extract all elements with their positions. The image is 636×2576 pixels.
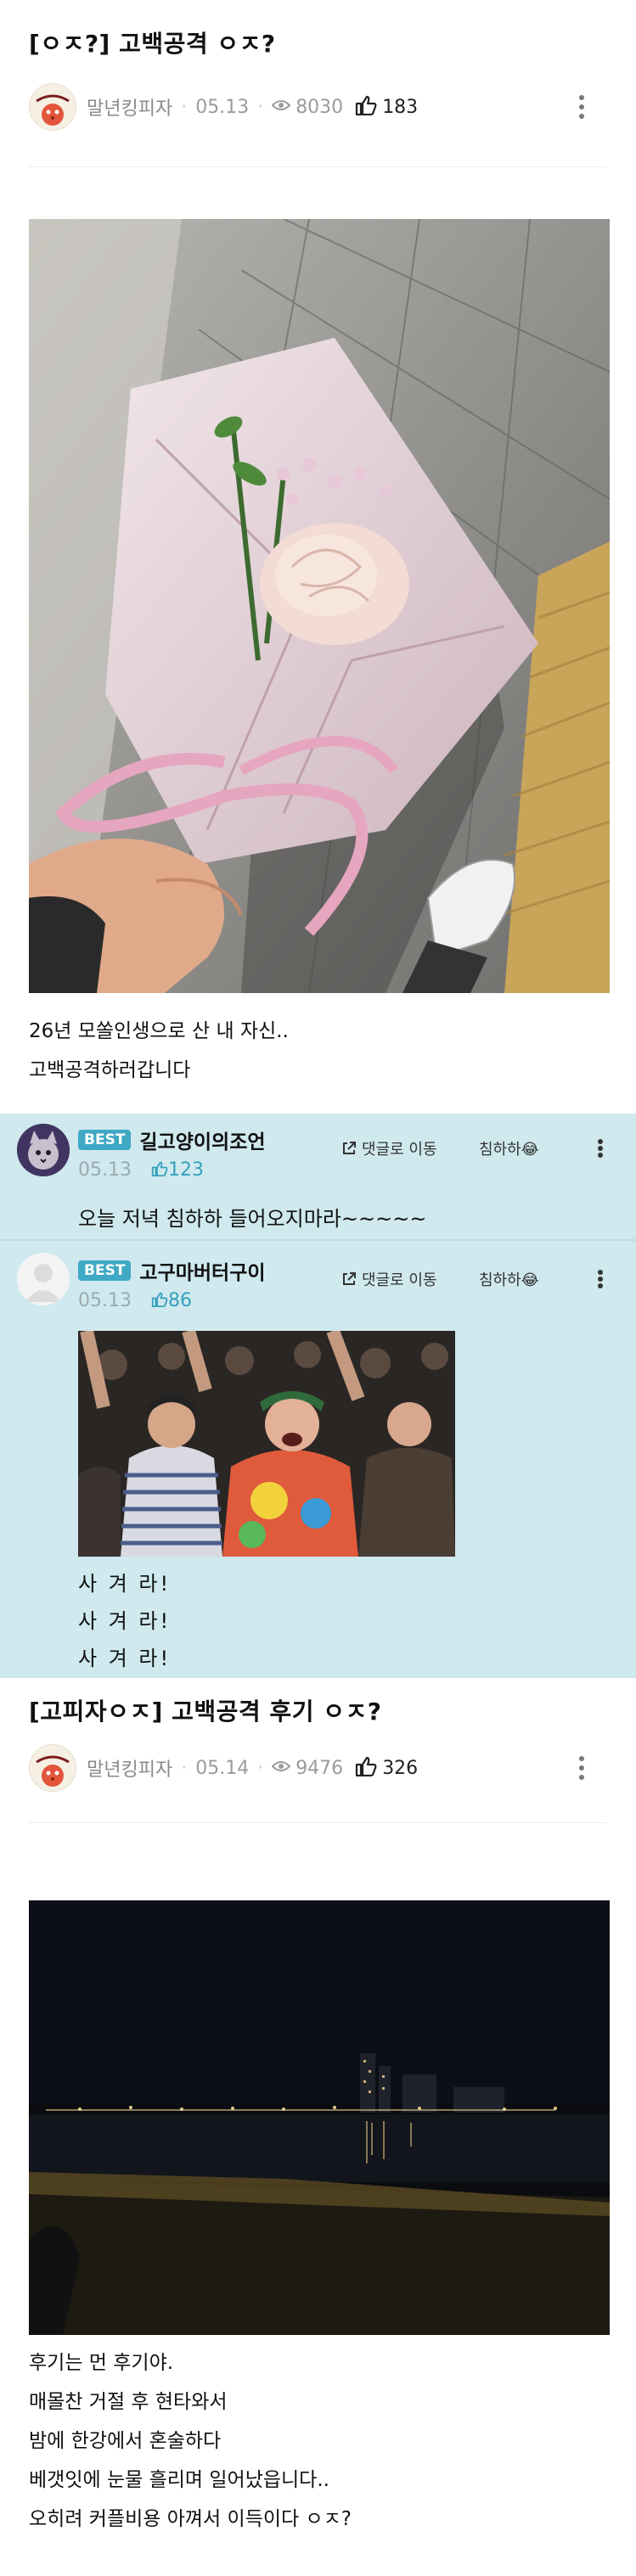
eye-icon <box>271 1759 291 1776</box>
post-title: [고피자ㅇㅈ] 고백공격 후기 ㅇㅈ? <box>29 1698 382 1726</box>
meta-separator: · <box>181 1757 188 1779</box>
comment-date: 05.13 <box>78 1159 132 1181</box>
view-count: 8030 <box>295 96 344 118</box>
post-body: 후기는 먼 후기야. 매몰찬 거절 후 현타와서 밤에 한강에서 혼술하다 베갯… <box>29 2343 352 2539</box>
go-to-comment-label: 댓글로 이동 <box>362 1141 437 1159</box>
commenter-avatar-default[interactable] <box>17 1253 70 1305</box>
go-to-comment-label: 댓글로 이동 <box>362 1271 437 1289</box>
author-name[interactable]: 말년킹피자 <box>87 93 172 121</box>
post-meta: 말년킹피자 · 05.13 · 8030 183 <box>29 81 418 132</box>
react-button[interactable]: 침하하😂 <box>479 1137 539 1159</box>
post-body-line: 오히려 커플비용 아껴서 이득이다 ㅇㅈ? <box>29 2508 352 2530</box>
meta-separator: · <box>181 96 188 118</box>
post-body-line: 밤에 한강에서 혼술하다 <box>29 2430 222 2452</box>
divider <box>29 166 607 167</box>
comment-meta: 05.13 86 <box>78 1290 192 1311</box>
comment-text-line: 사 겨 라! <box>78 1647 172 1670</box>
post-2: [고피자ㅇㅈ] 고백공격 후기 ㅇㅈ? 말년킹피자 · 05.14 · 9476… <box>0 1678 636 2576</box>
post-meta: 말년킹피자 · 05.14 · 9476 326 <box>29 1743 418 1793</box>
comment-text-line: 사 겨 라! <box>78 1572 172 1596</box>
comment-meta: 05.13 123 <box>78 1159 204 1181</box>
external-link-icon <box>343 1142 356 1154</box>
go-to-comment-link[interactable]: 댓글로 이동 <box>341 1268 437 1290</box>
commenter-avatar[interactable] <box>17 1124 70 1176</box>
best-badge: BEST <box>78 1260 132 1281</box>
comment-likes: 123 <box>151 1159 204 1181</box>
post-photo-flower <box>29 219 610 993</box>
post-body-line: 고백공격하러갑니다 <box>29 1059 191 1081</box>
comment-more-button[interactable] <box>590 1134 611 1163</box>
comment-more-button[interactable] <box>590 1265 611 1294</box>
go-to-comment-link[interactable]: 댓글로 이동 <box>341 1137 437 1159</box>
thumbs-up-icon <box>151 1161 168 1177</box>
author-avatar[interactable] <box>29 83 76 131</box>
post-date: 05.14 <box>195 1757 250 1779</box>
react-button[interactable]: 침하하😂 <box>479 1268 539 1290</box>
comment-divider <box>0 1239 636 1241</box>
post-body-line: 매몰찬 거절 후 현타와서 <box>29 2391 228 2413</box>
comment-like-count: 123 <box>167 1159 204 1181</box>
post-body: 26년 모쏠인생으로 산 내 자신.. 고백공격하러갑니다 <box>29 1012 289 1090</box>
like-count: 183 <box>382 96 419 118</box>
external-link-icon <box>343 1272 356 1285</box>
meta-separator: · <box>257 96 264 118</box>
eye-icon <box>271 98 291 115</box>
comment-header: BEST 길고양이의조언 <box>78 1125 266 1154</box>
comment-text: 오늘 저녁 침하하 들어오지마라~~~~~ <box>78 1207 427 1231</box>
post-body-line: 후기는 먼 후기야. <box>29 2352 174 2374</box>
meta-separator: · <box>257 1757 264 1779</box>
commenter-name[interactable]: 고구마버터구이 <box>139 1262 265 1284</box>
commenter-name[interactable]: 길고양이의조언 <box>139 1131 265 1153</box>
view-count: 9476 <box>295 1757 344 1779</box>
post-1: [ㅇㅈ?] 고백공격 ㅇㅈ? 말년킹피자 · 05.13 · 8030 183 <box>0 0 636 1114</box>
comment-photo-cheering-crowd <box>78 1331 455 1557</box>
post-body-line: 베갯잇에 눈물 흘리며 일어났읍니다.. <box>29 2469 329 2491</box>
post-title: [ㅇㅈ?] 고백공격 ㅇㅈ? <box>29 30 276 58</box>
thumbs-up-icon <box>355 1756 377 1780</box>
comment-header: BEST 고구마버터구이 <box>78 1256 266 1285</box>
best-comments: BEST 길고양이의조언 05.13 123 댓글로 이동 침하하😂 오늘 저녁 … <box>0 1114 636 1678</box>
comment-likes: 86 <box>151 1290 192 1311</box>
more-options-button[interactable] <box>571 90 592 124</box>
divider <box>29 1822 607 1823</box>
more-options-button[interactable] <box>571 1751 592 1785</box>
comment-like-count: 86 <box>167 1290 192 1311</box>
author-avatar[interactable] <box>29 1744 76 1792</box>
best-badge: BEST <box>78 1130 132 1150</box>
comment-text: 사 겨 라! 사 겨 라! 사 겨 라! <box>78 1565 171 1677</box>
post-photo-night-river <box>29 1900 610 2335</box>
author-name[interactable]: 말년킹피자 <box>87 1754 172 1782</box>
like-count: 326 <box>382 1757 419 1779</box>
thumbs-up-icon <box>355 95 377 119</box>
comment-text-line: 사 겨 라! <box>78 1609 172 1633</box>
thumbs-up-icon <box>151 1292 168 1308</box>
post-body-line: 26년 모쏠인생으로 산 내 자신.. <box>29 1020 289 1042</box>
comment-date: 05.13 <box>78 1290 132 1311</box>
post-date: 05.13 <box>195 96 250 118</box>
